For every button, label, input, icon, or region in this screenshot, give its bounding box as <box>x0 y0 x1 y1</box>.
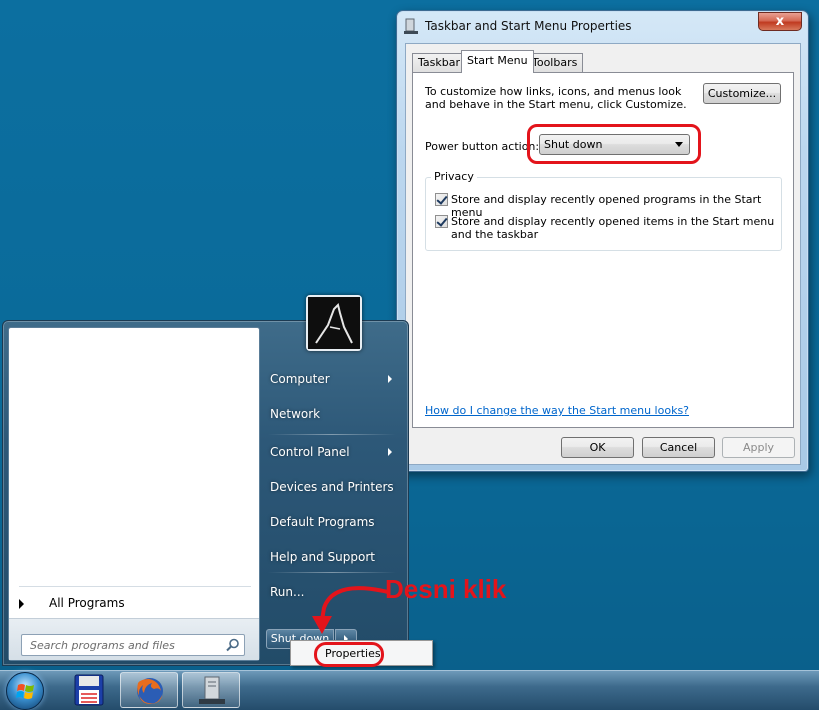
floppy-disk-icon <box>74 674 104 706</box>
privacy-option-label: Store and display recently opened items … <box>451 215 775 241</box>
privacy-group-title: Privacy <box>431 170 477 183</box>
window-title: Taskbar and Start Menu Properties <box>425 19 632 33</box>
arrow-right-icon <box>19 599 24 609</box>
ok-button[interactable]: OK <box>561 437 634 458</box>
start-item-run[interactable]: Run... <box>270 585 304 599</box>
checkbox-checked-icon[interactable] <box>435 215 448 228</box>
tab-toolbars[interactable]: Toolbars <box>526 53 584 72</box>
start-item-control-panel[interactable]: Control Panel <box>270 445 350 459</box>
submenu-arrow-icon <box>388 448 392 456</box>
taskbar-properties-window: Taskbar and Start Menu Properties x Task… <box>396 10 809 472</box>
tab-taskbar[interactable]: Taskbar <box>412 53 466 72</box>
highlight-ring-select <box>527 124 701 164</box>
search-placeholder: Search programs and files <box>30 639 175 652</box>
taskbar-item-save[interactable] <box>60 672 118 708</box>
annotation-arrow-icon <box>312 586 390 634</box>
taskbar-item-properties[interactable] <box>182 672 240 708</box>
tab-start-menu[interactable]: Start Menu <box>461 50 534 73</box>
power-button-action-label: Power button action: <box>425 140 540 153</box>
close-button[interactable]: x <box>758 12 802 31</box>
divider <box>268 572 396 573</box>
start-item-computer[interactable]: Computer <box>270 372 330 386</box>
start-item-help-and-support[interactable]: Help and Support <box>270 550 375 564</box>
highlight-ring-properties <box>314 642 384 667</box>
apply-button[interactable]: Apply <box>722 437 795 458</box>
user-figure-icon <box>308 297 360 349</box>
user-picture-avatar[interactable] <box>306 295 362 351</box>
divider <box>19 586 251 587</box>
start-item-network[interactable]: Network <box>270 407 320 421</box>
privacy-group: Privacy Store and display recently opene… <box>425 170 782 251</box>
annotation-text: Desni klik <box>385 574 507 604</box>
windows-logo-icon <box>16 684 34 699</box>
start-menu-tab-panel: To customize how links, icons, and menus… <box>412 72 794 428</box>
privacy-option-items[interactable]: Store and display recently opened items … <box>435 215 781 241</box>
help-link[interactable]: How do I change the way the Start menu l… <box>425 404 689 417</box>
start-item-devices-and-printers[interactable]: Devices and Printers <box>270 480 394 494</box>
submenu-arrow-icon <box>388 375 392 383</box>
search-icon <box>226 638 239 652</box>
window-client-area: Taskbar Start Menu Toolbars To customize… <box>405 43 801 465</box>
start-item-default-programs[interactable]: Default Programs <box>270 515 375 529</box>
start-menu-programs-pane: All Programs Search programs and files <box>8 327 260 661</box>
customize-description: To customize how links, icons, and menus… <box>425 85 687 111</box>
taskbar-properties-icon <box>404 18 418 34</box>
customize-button[interactable]: Customize... <box>703 83 781 104</box>
all-programs-label: All Programs <box>49 596 125 610</box>
firefox-icon <box>137 678 163 704</box>
divider <box>268 434 396 435</box>
checkbox-checked-icon[interactable] <box>435 193 448 206</box>
server-icon <box>199 676 225 704</box>
start-orb-windows-icon[interactable] <box>6 672 44 710</box>
cancel-button[interactable]: Cancel <box>642 437 715 458</box>
taskbar-item-firefox[interactable] <box>120 672 178 708</box>
search-input[interactable]: Search programs and files <box>21 634 245 656</box>
